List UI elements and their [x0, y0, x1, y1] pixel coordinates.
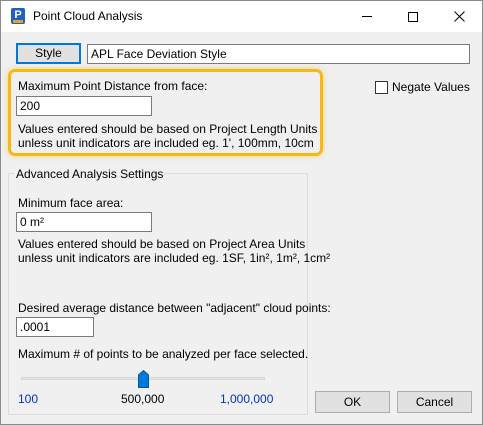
max-points-slider-thumb[interactable] [138, 370, 149, 388]
point-distance-label: Desired average distance between "adjace… [18, 301, 331, 315]
negate-values-checkbox[interactable] [375, 81, 388, 94]
title-bar: P Point Cloud Analysis [1, 1, 482, 32]
slider-max-label: 1,000,000 [220, 392, 274, 406]
max-points-label: Maximum # of points to be analyzed per f… [18, 347, 309, 361]
maximize-button[interactable] [390, 1, 436, 32]
app-icon: P [11, 8, 25, 24]
app-icon-accent [13, 20, 23, 23]
maximize-icon [408, 11, 418, 22]
max-distance-hint-line1: Values entered should be based on Projec… [18, 122, 318, 136]
point-distance-input[interactable]: .0001 [16, 317, 94, 337]
style-button[interactable]: Style [16, 43, 81, 64]
point-cloud-analysis-dialog: P Point Cloud Analysis Style APL Face De… [0, 0, 483, 425]
close-icon [453, 11, 465, 22]
minimize-icon [362, 16, 372, 17]
max-distance-label: Maximum Point Distance from face: [18, 79, 208, 93]
min-face-area-input[interactable]: 0 m² [16, 212, 152, 232]
max-distance-hint-line2: unless unit indicators are included eg. … [18, 136, 314, 150]
slider-current-label: 500,000 [121, 392, 165, 406]
minimize-button[interactable] [344, 1, 390, 32]
area-hint-line2: unless unit indicators are included eg. … [18, 251, 331, 265]
ok-button[interactable]: OK [315, 391, 390, 413]
min-face-area-label: Minimum face area: [18, 196, 124, 210]
style-name-field[interactable]: APL Face Deviation Style [87, 44, 470, 64]
close-button[interactable] [436, 1, 482, 32]
cancel-button[interactable]: Cancel [397, 391, 472, 413]
max-distance-input[interactable]: 200 [16, 96, 152, 116]
area-hint-line1: Values entered should be based on Projec… [18, 237, 306, 251]
advanced-settings-title: Advanced Analysis Settings [14, 167, 166, 181]
window-title: Point Cloud Analysis [33, 9, 143, 23]
slider-min-label: 100 [18, 392, 39, 406]
negate-values-label[interactable]: Negate Values [392, 80, 470, 94]
